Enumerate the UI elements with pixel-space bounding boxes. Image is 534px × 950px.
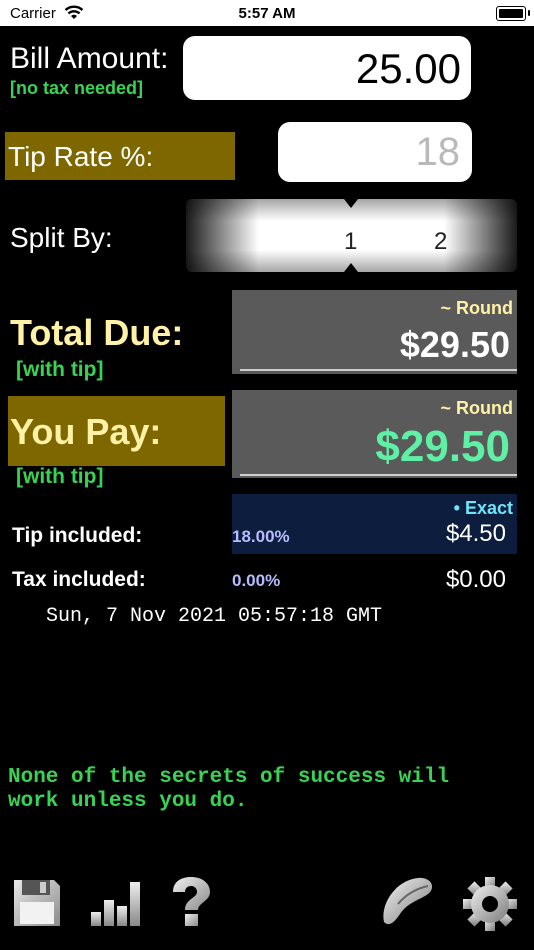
help-icon[interactable] bbox=[168, 876, 214, 928]
status-bar: Carrier 5:57 AM bbox=[0, 0, 534, 26]
split-option-1[interactable]: 1 bbox=[344, 228, 357, 256]
battery-tip bbox=[528, 10, 530, 16]
bill-note: [no tax needed] bbox=[10, 78, 144, 98]
picker-indicator-bottom bbox=[344, 263, 358, 272]
fortune-line-2: work unless you do. bbox=[8, 790, 248, 813]
total-due-note: [with tip] bbox=[16, 358, 104, 381]
split-by-label: Split By: bbox=[10, 222, 113, 253]
total-due-value: $29.50 bbox=[399, 324, 510, 365]
split-option-2[interactable]: 2 bbox=[434, 228, 447, 256]
you-pay-value: $29.50 bbox=[375, 422, 510, 471]
you-pay-label: You Pay: bbox=[10, 411, 162, 452]
bill-amount-label: Bill Amount: bbox=[10, 42, 169, 75]
tax-included-label: Tax included: bbox=[12, 568, 146, 591]
clock: 5:57 AM bbox=[238, 5, 296, 22]
total-due-label: Total Due: bbox=[10, 312, 184, 353]
tip-rate-input[interactable]: 18 bbox=[278, 122, 472, 182]
total-round-label: ~ Round bbox=[440, 298, 514, 318]
pay-underline bbox=[240, 474, 517, 476]
fortune-cookie-icon[interactable] bbox=[378, 874, 436, 930]
you-pay-note: [with tip] bbox=[16, 465, 104, 488]
timestamp: Sun, 7 Nov 2021 05:57:18 GMT bbox=[46, 605, 383, 628]
tax-amount: $0.00 bbox=[445, 566, 506, 593]
exact-label: • Exact bbox=[453, 498, 513, 518]
bill-amount-input[interactable]: 25.00 bbox=[183, 36, 471, 100]
picker-indicator-top bbox=[344, 199, 358, 208]
battery-icon bbox=[496, 6, 526, 21]
total-underline bbox=[240, 369, 517, 371]
fortune-text: None of the secrets of success will work… bbox=[8, 766, 528, 814]
fortune-line-1: None of the secrets of success will bbox=[8, 766, 450, 789]
tip-amount: $4.50 bbox=[445, 520, 506, 547]
stats-icon[interactable] bbox=[90, 878, 142, 928]
tip-rate-label: Tip Rate %: bbox=[8, 141, 154, 172]
pay-round-label: ~ Round bbox=[440, 398, 514, 418]
tip-included-label: Tip included: bbox=[12, 524, 143, 547]
save-icon[interactable] bbox=[12, 878, 62, 928]
settings-gear-icon[interactable] bbox=[462, 876, 518, 932]
